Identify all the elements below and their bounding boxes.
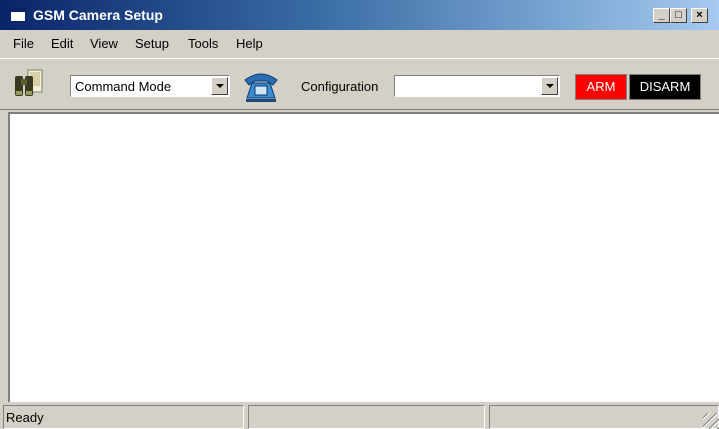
binoculars-icon — [15, 69, 43, 96]
window-title: GSM Camera Setup — [33, 7, 163, 23]
telephone-icon — [244, 73, 278, 102]
status-pane-2 — [248, 405, 485, 429]
phone-button[interactable] — [241, 65, 279, 103]
menu-view[interactable]: View — [90, 36, 118, 51]
menu-edit[interactable]: Edit — [51, 36, 73, 51]
main-content-area[interactable] — [8, 112, 719, 402]
status-bar: Ready — [0, 405, 719, 429]
menu-setup[interactable]: Setup — [135, 36, 169, 51]
minimize-button[interactable]: _ — [653, 8, 670, 23]
menu-bar: File Edit View Setup Tools Help — [0, 32, 719, 54]
disarm-button[interactable]: DISARM — [629, 74, 701, 100]
app-window-icon — [10, 8, 26, 22]
configuration-combo[interactable] — [394, 75, 560, 97]
menu-help[interactable]: Help — [236, 36, 263, 51]
title-bar: GSM Camera Setup _ □ × — [0, 0, 719, 30]
maximize-button[interactable]: □ — [670, 8, 687, 23]
arm-button[interactable]: ARM — [575, 74, 627, 100]
status-pane-main: Ready — [3, 405, 244, 429]
status-pane-3 — [489, 405, 719, 429]
chevron-down-icon[interactable] — [211, 77, 228, 95]
chevron-down-icon[interactable] — [541, 77, 558, 95]
close-button[interactable]: × — [691, 8, 708, 23]
menu-file[interactable]: File — [13, 36, 34, 51]
menu-tools[interactable]: Tools — [188, 36, 218, 51]
configuration-label: Configuration — [301, 79, 379, 94]
binoculars-button[interactable] — [9, 65, 47, 103]
status-text: Ready — [6, 410, 44, 425]
mode-combo-value: Command Mode — [75, 79, 172, 94]
toolbar: Command Mode Configuration ARM DISARM — [0, 58, 719, 110]
resize-grip-icon[interactable] — [703, 413, 719, 429]
mode-combo[interactable]: Command Mode — [70, 75, 230, 97]
